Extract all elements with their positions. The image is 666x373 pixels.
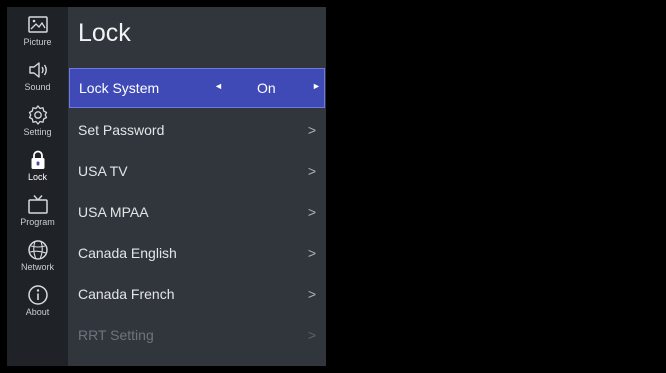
tv-screen: Picture Sound Setting Lock Program Netwo… <box>7 7 659 366</box>
sidebar-item-label: Setting <box>23 127 52 137</box>
row-label: Set Password <box>78 122 165 138</box>
chevron-right-icon: > <box>307 245 316 261</box>
sidebar-item-picture[interactable]: Picture <box>7 13 68 57</box>
sidebar-item-label: Program <box>20 217 55 227</box>
arrow-left-icon[interactable]: ◄ <box>214 81 223 91</box>
sidebar-item-label: Lock <box>27 172 47 182</box>
sidebar: Picture Sound Setting Lock Program Netwo… <box>7 7 68 366</box>
sidebar-item-label: About <box>25 307 50 317</box>
row-label: USA MPAA <box>78 204 149 220</box>
canada-english-row[interactable]: Canada English > <box>68 233 326 273</box>
row-label: Lock System <box>79 80 160 96</box>
tv-icon <box>27 195 48 214</box>
sidebar-item-setting[interactable]: Setting <box>7 103 68 147</box>
picture-icon <box>27 16 48 33</box>
network-icon <box>27 240 48 260</box>
info-icon <box>27 285 48 305</box>
chevron-right-icon: > <box>307 163 316 179</box>
sidebar-item-sound[interactable]: Sound <box>7 58 68 102</box>
chevron-right-icon: > <box>307 122 316 138</box>
chevron-right-icon: > <box>307 327 316 343</box>
row-label: RRT Setting <box>78 327 154 343</box>
chevron-right-icon: > <box>307 204 316 220</box>
arrow-right-icon[interactable]: ► <box>312 81 321 91</box>
lock-system-row[interactable]: Lock System ◄ On ► <box>69 68 325 108</box>
sidebar-item-lock[interactable]: Lock <box>7 148 68 192</box>
gear-icon <box>28 105 47 125</box>
sidebar-item-network[interactable]: Network <box>7 238 68 282</box>
sidebar-item-label: Network <box>20 262 54 272</box>
row-label: USA TV <box>78 163 128 179</box>
sidebar-item-label: Picture <box>23 37 52 47</box>
chevron-right-icon: > <box>307 286 316 302</box>
page-title: Lock <box>78 19 131 47</box>
video-area <box>326 7 659 366</box>
sidebar-item-label: Sound <box>24 82 51 92</box>
row-label: Canada English <box>78 245 177 261</box>
sidebar-item-about[interactable]: About <box>7 283 68 327</box>
canada-french-row[interactable]: Canada French > <box>68 274 326 314</box>
lock-settings-panel: Lock Lock System ◄ On ► Set Password > U… <box>68 7 326 366</box>
usa-tv-row[interactable]: USA TV > <box>68 151 326 191</box>
lock-icon <box>31 150 44 169</box>
sidebar-item-program[interactable]: Program <box>7 193 68 237</box>
speaker-icon <box>28 62 47 78</box>
rrt-setting-row: RRT Setting > <box>68 315 326 355</box>
row-label: Canada French <box>78 286 175 302</box>
usa-mpaa-row[interactable]: USA MPAA > <box>68 192 326 232</box>
lock-system-value: On <box>257 80 276 96</box>
set-password-row[interactable]: Set Password > <box>68 110 326 150</box>
